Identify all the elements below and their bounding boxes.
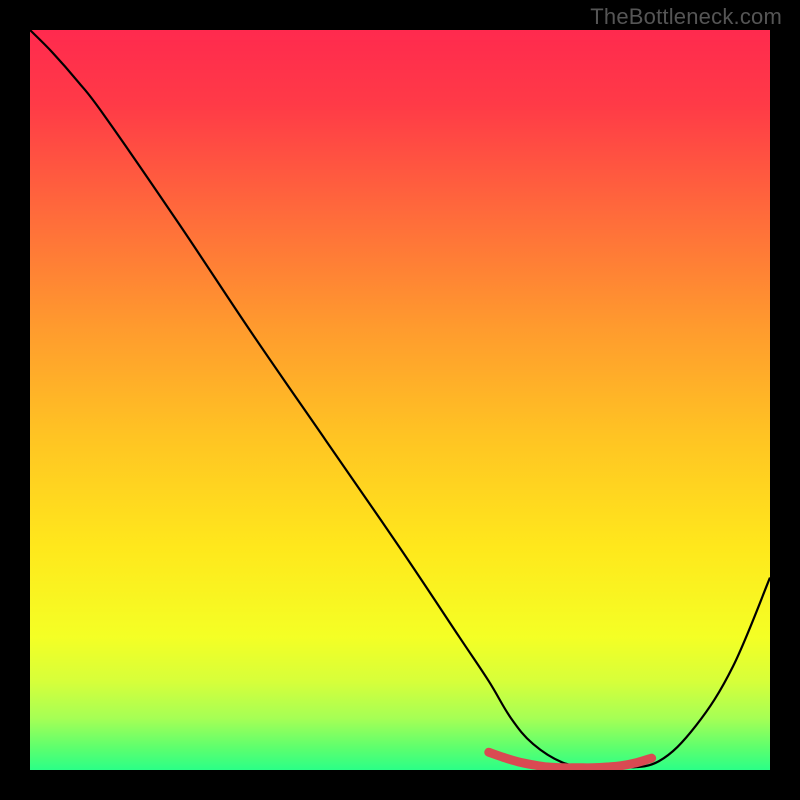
chart-container: TheBottleneck.com (0, 0, 800, 800)
watermark-text: TheBottleneck.com (590, 4, 782, 30)
gradient-background (30, 30, 770, 770)
plot-svg (30, 30, 770, 770)
plot-area (30, 30, 770, 770)
